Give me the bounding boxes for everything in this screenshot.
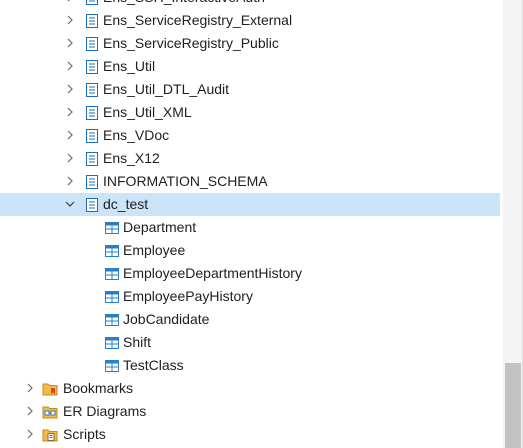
- tree-item-schema[interactable]: Ens_X12: [0, 147, 500, 170]
- tree-item-label: Ens_VDoc: [103, 127, 170, 143]
- tree-item-schema[interactable]: INFORMATION_SCHEMA: [0, 170, 500, 193]
- er-diagrams-folder-icon: [42, 404, 58, 420]
- tree-item-table[interactable]: TestClass: [0, 354, 500, 377]
- table-icon: [104, 335, 120, 351]
- table-icon: [104, 289, 120, 305]
- schema-icon: [84, 151, 100, 167]
- chevron-down-icon[interactable]: [64, 193, 76, 216]
- tree-item-schema[interactable]: Ens_ServiceRegistry_External: [0, 9, 500, 32]
- tree-item-label: Scripts: [63, 426, 106, 442]
- tree-item-label: Department: [123, 219, 197, 235]
- schema-icon: [84, 105, 100, 121]
- chevron-right-icon[interactable]: [64, 170, 76, 193]
- tree-item-label: Ens_X12: [103, 150, 160, 166]
- chevron-right-icon[interactable]: [64, 147, 76, 170]
- chevron-right-icon[interactable]: [64, 101, 76, 124]
- tree-item-label: Ens_ServiceRegistry_Public: [103, 35, 279, 51]
- schema-icon: [84, 174, 100, 190]
- tree-item-label: Ens_ServiceRegistry_External: [103, 12, 293, 28]
- tree-item-label: Ens_SSH_InteractiveAuth: [103, 0, 265, 9]
- tree-item-er-diagrams[interactable]: ER Diagrams: [0, 400, 500, 423]
- tree-item-label: Shift: [123, 334, 152, 350]
- database-navigator-tree: Ens_SSH_InteractiveAuth Ens_ServiceRegis…: [0, 0, 500, 446]
- table-icon: [104, 220, 120, 236]
- chevron-right-icon[interactable]: [64, 9, 76, 32]
- schema-icon: [84, 36, 100, 52]
- tree-item-schema[interactable]: Ens_Util_DTL_Audit: [0, 78, 500, 101]
- schema-icon: [84, 197, 100, 213]
- vertical-scrollbar[interactable]: [503, 0, 523, 448]
- tree-item-schema[interactable]: Ens_Util_XML: [0, 101, 500, 124]
- tree-item-table[interactable]: JobCandidate: [0, 308, 500, 331]
- table-icon: [104, 312, 120, 328]
- tree-item-schema[interactable]: Ens_Util: [0, 55, 500, 78]
- tree-item-table[interactable]: Shift: [0, 331, 500, 354]
- tree-item-label: Ens_Util_XML: [103, 104, 192, 120]
- tree-item-bookmarks[interactable]: Bookmarks: [0, 377, 500, 400]
- chevron-right-icon[interactable]: [24, 423, 36, 446]
- schema-icon: [84, 59, 100, 75]
- scrollbar-thumb[interactable]: [505, 363, 521, 448]
- tree-item-scripts[interactable]: Scripts: [0, 423, 500, 446]
- tree-item-schema[interactable]: Ens_SSH_InteractiveAuth: [0, 0, 500, 9]
- scripts-folder-icon: [42, 427, 58, 443]
- chevron-right-icon[interactable]: [64, 32, 76, 55]
- bookmarks-folder-icon: [42, 381, 58, 397]
- table-icon: [104, 243, 120, 259]
- tree-item-label: Ens_Util_DTL_Audit: [103, 81, 230, 97]
- table-icon: [104, 266, 120, 282]
- tree-item-table[interactable]: Department: [0, 216, 500, 239]
- chevron-right-icon[interactable]: [64, 124, 76, 147]
- tree-item-table[interactable]: EmployeePayHistory: [0, 285, 500, 308]
- tree-item-label: EmployeeDepartmentHistory: [123, 265, 302, 281]
- tree-item-schema-selected[interactable]: dc_test: [0, 193, 500, 216]
- tree-item-table[interactable]: EmployeeDepartmentHistory: [0, 262, 500, 285]
- tree-item-label: TestClass: [123, 357, 184, 373]
- chevron-right-icon[interactable]: [64, 55, 76, 78]
- tree-item-label: Bookmarks: [63, 380, 134, 396]
- tree-item-label: Ens_Util: [103, 58, 156, 74]
- schema-icon: [84, 82, 100, 98]
- tree-item-table[interactable]: Employee: [0, 239, 500, 262]
- chevron-right-icon[interactable]: [24, 377, 36, 400]
- table-icon: [104, 358, 120, 374]
- tree-item-label: EmployeePayHistory: [123, 288, 253, 304]
- schema-icon: [84, 0, 100, 6]
- tree-item-schema[interactable]: Ens_ServiceRegistry_Public: [0, 32, 500, 55]
- tree-item-label: dc_test: [103, 196, 149, 212]
- chevron-right-icon[interactable]: [64, 0, 76, 9]
- tree-item-label: Employee: [123, 242, 186, 258]
- tree-item-schema[interactable]: Ens_VDoc: [0, 124, 500, 147]
- tree-item-label: JobCandidate: [123, 311, 210, 327]
- chevron-right-icon[interactable]: [64, 78, 76, 101]
- tree-item-label: INFORMATION_SCHEMA: [103, 173, 268, 189]
- chevron-right-icon[interactable]: [24, 400, 36, 423]
- schema-icon: [84, 128, 100, 144]
- schema-icon: [84, 13, 100, 29]
- tree-item-label: ER Diagrams: [63, 403, 147, 419]
